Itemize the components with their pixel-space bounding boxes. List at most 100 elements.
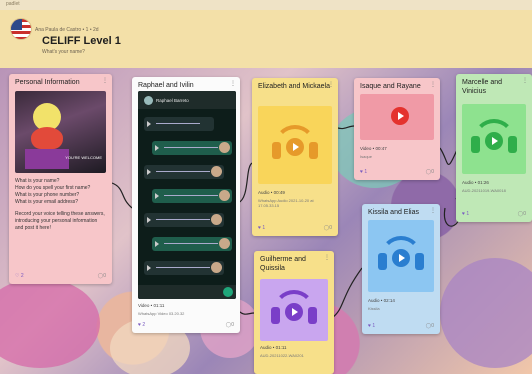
krusty-image: YOU'RE WELCOME (15, 91, 106, 173)
comment-count: 0 (103, 273, 106, 279)
media-filename: Kissila (368, 306, 380, 311)
card-title: Elizabeth and Mickaela (258, 83, 330, 90)
card-footer: ♥ 1 ◯0 (462, 211, 526, 218)
play-icon[interactable] (286, 138, 304, 156)
comment-count: 0 (431, 169, 434, 175)
body-line: What is your name? (15, 178, 60, 184)
like-count: 1 (364, 169, 368, 175)
headphones-icon (471, 119, 517, 159)
more-icon[interactable]: ⋮ (324, 254, 330, 261)
comment-count: 0 (329, 225, 332, 231)
card-footer: ♥ 2 ◯0 (138, 322, 234, 329)
card-footer: ♥ 1 ◯0 (360, 169, 434, 176)
comment-icon[interactable]: ◯0 (518, 211, 526, 217)
voice-message (144, 213, 224, 227)
app-logo[interactable]: padlet (6, 1, 20, 7)
play-icon[interactable] (285, 303, 303, 321)
card-footer: ♥ 1 ◯0 (258, 225, 332, 232)
voice-message (144, 261, 224, 275)
heart-icon[interactable]: ♥ 1 (368, 323, 375, 329)
card-body: What is your name? How do you spell your… (15, 178, 106, 232)
comment-icon[interactable]: ◯0 (426, 323, 434, 329)
media-filename: AUD-20211022-WA0201 (260, 353, 304, 358)
chat-header: Raphael Barreto (138, 91, 236, 109)
comment-icon[interactable]: ◯0 (226, 322, 234, 328)
heart-icon[interactable]: ♥ 1 (360, 169, 367, 175)
card-title: Personal Information (15, 79, 80, 86)
body-line: What is your phone number? (15, 192, 80, 198)
board-canvas[interactable]: Personal Information ⋮ YOU'RE WELCOME Wh… (0, 68, 532, 374)
avatar (144, 96, 153, 105)
play-icon[interactable] (391, 107, 409, 125)
comment-icon[interactable]: ◯0 (426, 169, 434, 175)
voice-message (152, 237, 232, 251)
card-raphael-ivilin[interactable]: Raphael and Ivilin ⋮ Raphael Barreto Vid… (132, 77, 240, 333)
media-caption: Audio • 00:49 (258, 190, 285, 195)
more-icon[interactable]: ⋮ (430, 81, 436, 88)
headphones-icon (272, 125, 318, 165)
media-filename: Isaque (360, 154, 373, 159)
comment-count: 0 (231, 322, 234, 328)
more-icon[interactable]: ⋮ (102, 77, 108, 84)
media-filename: WhatsApp Audio 2021-10-20 at 17.05.33.15 (258, 198, 314, 208)
more-icon[interactable]: ⋮ (522, 77, 528, 84)
audio-thumbnail[interactable] (260, 279, 328, 341)
usa-flag-icon (10, 18, 32, 40)
card-title: Kissila and Elias (368, 209, 419, 216)
voice-message (144, 165, 224, 179)
card-title: Guilherme and Quissila (260, 256, 306, 272)
board-subtitle: What's your name? (42, 49, 85, 55)
heart-icon[interactable]: ♡ 2 (15, 273, 24, 279)
audio-thumbnail[interactable] (462, 104, 526, 174)
card-elizabeth-mickaela[interactable]: Elizabeth and Mickaela ⋮ Audio • 00:49 W… (252, 78, 338, 236)
comment-icon[interactable]: ◯0 (324, 225, 332, 231)
card-guilherme-quissila[interactable]: Guilherme and Quissila ⋮ Audio • 01:11 A… (254, 251, 334, 374)
media-caption: Audio • 01:11 (260, 345, 287, 350)
card-title: Isaque and Rayane (360, 83, 421, 90)
body-line: What is your email address? (15, 199, 79, 205)
more-icon[interactable]: ⋮ (430, 207, 436, 214)
card-title: Marcelle and Vinicius (462, 79, 503, 95)
body-line: How do you spell your first name? (15, 185, 91, 191)
heart-icon[interactable]: ♥ 1 (462, 211, 469, 217)
media-filename: WhatsApp Video 03.20.32 (138, 311, 185, 316)
card-title: Raphael and Ivilin (138, 82, 194, 89)
heart-icon[interactable]: ♥ 2 (138, 322, 145, 328)
play-icon[interactable] (485, 132, 503, 150)
like-count: 2 (142, 322, 146, 328)
headphones-icon (271, 290, 317, 330)
like-count: 1 (262, 225, 266, 231)
media-caption: Video • 01:11 (138, 303, 165, 308)
audio-thumbnail[interactable] (258, 106, 332, 184)
voice-message (152, 189, 232, 203)
image-caption: YOU'RE WELCOME (65, 155, 102, 160)
comment-count: 0 (523, 211, 526, 217)
media-caption: Video • 00:47 (360, 146, 387, 151)
mic-icon (223, 287, 233, 297)
heart-icon[interactable]: ♥ 1 (258, 225, 265, 231)
like-count: 2 (20, 273, 24, 279)
card-isaque-rayane[interactable]: Isaque and Rayane ⋮ Video • 00:47 Isaque… (354, 78, 440, 180)
board-title: CELIFF Level 1 (42, 35, 121, 47)
comment-count: 0 (431, 323, 434, 329)
body-line: Record your voice telling these answers,… (15, 211, 105, 231)
card-footer: ♥ 1 ◯0 (368, 323, 434, 330)
like-count: 1 (466, 211, 470, 217)
top-bar: padlet (0, 0, 532, 10)
whatsapp-video-thumbnail[interactable]: Raphael Barreto (138, 91, 236, 299)
more-icon[interactable]: ⋮ (230, 80, 236, 87)
play-icon[interactable] (392, 249, 410, 267)
more-icon[interactable]: ⋮ (328, 81, 334, 88)
video-thumbnail[interactable] (360, 94, 434, 140)
card-marcelle-vinicius[interactable]: Marcelle and Vinicius ⋮ Audio • 01:26 AU… (456, 74, 532, 222)
contact-name: Raphael Barreto (156, 98, 189, 103)
voice-message (144, 117, 214, 131)
media-filename: AUD-20211019-WA0018 (462, 188, 506, 193)
card-personal-information[interactable]: Personal Information ⋮ YOU'RE WELCOME Wh… (9, 74, 112, 284)
card-kissila-elias[interactable]: Kissila and Elias ⋮ Audio • 02:14 Kissil… (362, 204, 440, 334)
media-caption: Audio • 01:26 (462, 180, 489, 185)
chat-input-bar (138, 285, 236, 299)
audio-thumbnail[interactable] (368, 220, 434, 292)
comment-icon[interactable]: ◯0 (98, 273, 106, 279)
headphones-icon (378, 236, 424, 276)
